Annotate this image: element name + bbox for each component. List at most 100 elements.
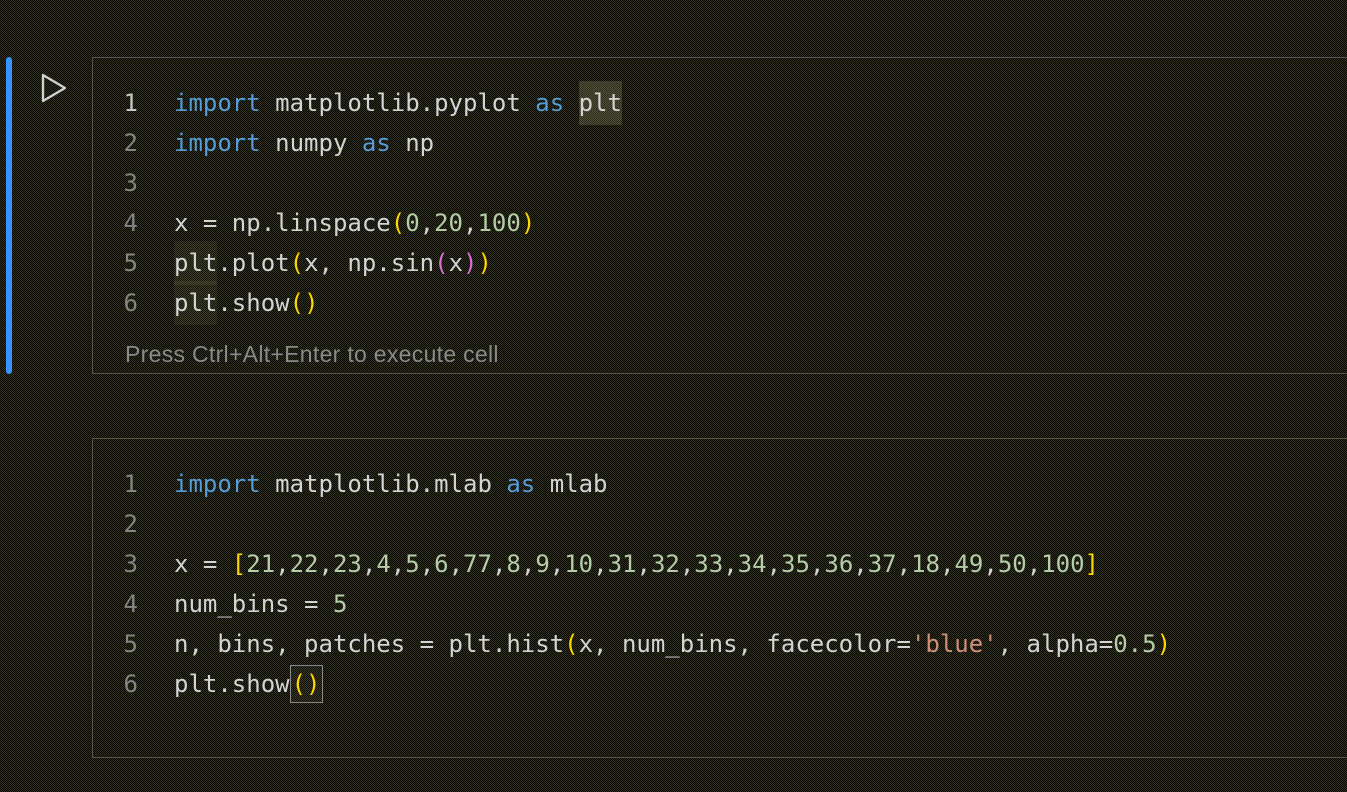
code-token: ,	[550, 550, 564, 578]
code-token: 37	[868, 550, 897, 578]
code-token: x	[449, 249, 463, 277]
code-line[interactable]: 1import matplotlib.mlab as mlab	[93, 464, 1347, 504]
code-line[interactable]: 2	[93, 504, 1347, 544]
code-text: import matplotlib.mlab as mlab	[138, 464, 608, 504]
code-token: import	[174, 129, 261, 157]
code-token: (	[434, 249, 448, 277]
code-token: as	[535, 89, 564, 117]
code-token: )	[521, 209, 535, 237]
code-token: 4	[376, 550, 390, 578]
code-token: plt	[579, 81, 622, 125]
code-token: 5	[405, 550, 419, 578]
code-line[interactable]: 2import numpy as np	[93, 123, 1347, 163]
code-token: ,	[275, 550, 289, 578]
code-token: 8	[506, 550, 520, 578]
code-cell-2[interactable]: 1import matplotlib.mlab as mlab23x = [21…	[92, 438, 1347, 758]
line-number: 4	[93, 203, 138, 243]
line-number: 6	[93, 283, 138, 323]
code-token: (	[290, 249, 304, 277]
code-editor-1[interactable]: 1import matplotlib.pyplot as plt2import …	[93, 58, 1347, 323]
code-token: 100	[477, 209, 520, 237]
code-cell-1[interactable]: 1import matplotlib.pyplot as plt2import …	[92, 57, 1347, 374]
code-line[interactable]: 3	[93, 163, 1347, 203]
play-outline-icon	[38, 71, 70, 105]
code-token: import	[174, 470, 261, 498]
code-token: x =	[174, 550, 232, 578]
code-text: plt.plot(x, np.sin(x))	[138, 243, 492, 283]
code-token: , alpha=	[998, 630, 1114, 658]
code-line[interactable]: 3x = [21,22,23,4,5,6,77,8,9,10,31,32,33,…	[93, 544, 1347, 584]
bracket-match-highlight: ()	[290, 665, 323, 703]
code-token: 36	[824, 550, 853, 578]
code-token: [	[232, 550, 246, 578]
code-token: matplotlib.pyplot	[261, 89, 536, 117]
code-token: import	[174, 89, 261, 117]
line-number: 2	[93, 123, 138, 163]
code-token: ,	[723, 550, 737, 578]
code-text: plt.show()	[138, 283, 319, 323]
execute-cell-hint: Press Ctrl+Alt+Enter to execute cell	[125, 341, 499, 368]
code-line[interactable]: 5n, bins, patches = plt.hist(x, num_bins…	[93, 624, 1347, 664]
code-token: x = np.linspace	[174, 209, 391, 237]
code-line[interactable]: 5plt.plot(x, np.sin(x))	[93, 243, 1347, 283]
code-editor-2[interactable]: 1import matplotlib.mlab as mlab23x = [21…	[93, 439, 1347, 704]
line-number: 1	[93, 464, 138, 504]
code-token: num_bins =	[174, 590, 333, 618]
code-token: .show	[217, 289, 289, 317]
code-token: ,	[853, 550, 867, 578]
code-token: ,	[767, 550, 781, 578]
code-token: 5	[333, 590, 347, 618]
code-token: plt.show	[174, 670, 290, 698]
code-token: ,	[463, 209, 477, 237]
code-token: 0	[405, 209, 419, 237]
code-token: ,	[492, 550, 506, 578]
code-token: ,	[391, 550, 405, 578]
line-number: 6	[93, 664, 138, 704]
code-text	[138, 163, 174, 203]
code-token: ,	[636, 550, 650, 578]
code-token: ,	[521, 550, 535, 578]
code-token: ,	[1027, 550, 1041, 578]
active-cell-indicator	[6, 57, 12, 374]
line-number: 2	[93, 504, 138, 544]
code-token: (	[292, 670, 306, 698]
code-line[interactable]: 6plt.show()	[93, 283, 1347, 323]
code-token: 0.5	[1113, 630, 1156, 658]
code-token: plt	[174, 241, 217, 285]
code-token: 77	[463, 550, 492, 578]
code-text: plt.show()	[138, 664, 323, 704]
code-text: n, bins, patches = plt.hist(x, num_bins,…	[138, 624, 1171, 664]
code-token: 10	[564, 550, 593, 578]
code-line[interactable]: 4num_bins = 5	[93, 584, 1347, 624]
code-token: )	[1157, 630, 1171, 658]
code-token: x, np.sin	[304, 249, 434, 277]
code-token: 100	[1041, 550, 1084, 578]
code-token: 33	[694, 550, 723, 578]
code-token: n, bins, patches = plt.hist	[174, 630, 564, 658]
code-token: 9	[535, 550, 549, 578]
code-line[interactable]: 1import matplotlib.pyplot as plt	[93, 83, 1347, 123]
code-token: ,	[420, 209, 434, 237]
code-token: (	[290, 289, 304, 317]
code-token: )	[477, 249, 491, 277]
code-token: mlab	[535, 470, 607, 498]
code-text: import matplotlib.pyplot as plt	[138, 83, 622, 123]
code-token: 31	[608, 550, 637, 578]
code-token: ,	[319, 550, 333, 578]
code-token: ,	[420, 550, 434, 578]
code-token: 34	[738, 550, 767, 578]
code-token: ]	[1085, 550, 1099, 578]
line-number: 3	[93, 544, 138, 584]
code-token: )	[304, 289, 318, 317]
code-token: 23	[333, 550, 362, 578]
code-token: 49	[954, 550, 983, 578]
code-token: plt	[174, 281, 217, 325]
code-token: (	[391, 209, 405, 237]
line-number: 5	[93, 243, 138, 283]
code-token: ,	[593, 550, 607, 578]
run-cell-button[interactable]	[38, 71, 70, 105]
code-line[interactable]: 4x = np.linspace(0,20,100)	[93, 203, 1347, 243]
code-text: import numpy as np	[138, 123, 434, 163]
code-token	[564, 89, 578, 117]
code-line[interactable]: 6plt.show()	[93, 664, 1347, 704]
